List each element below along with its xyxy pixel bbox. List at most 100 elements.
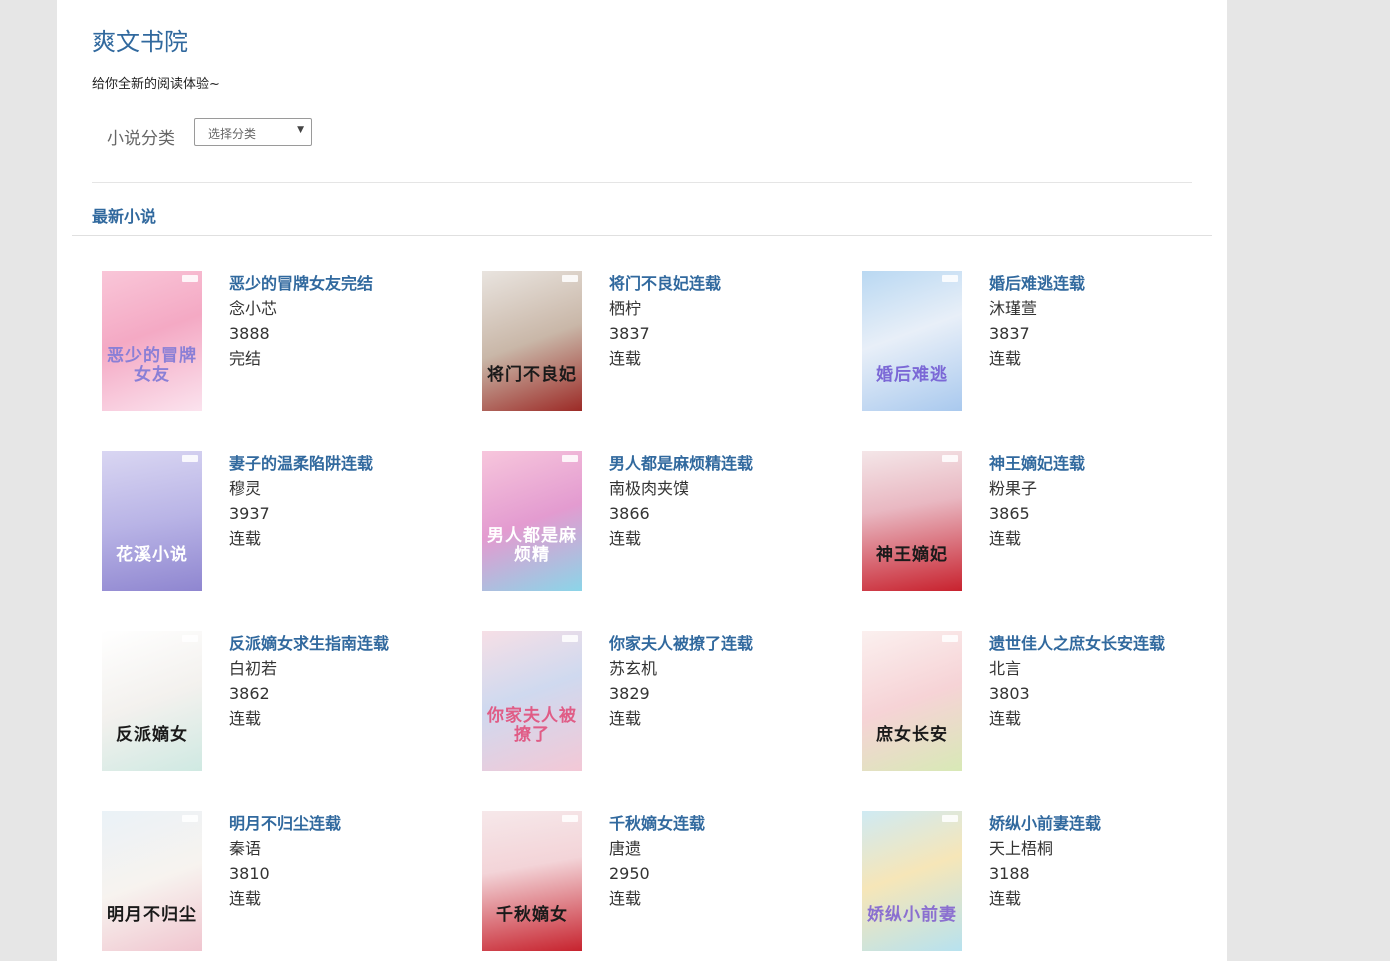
publisher-logo-icon (182, 815, 198, 822)
cover-title-art: 千秋嫡女 (496, 905, 568, 925)
category-label: 小说分类 (107, 129, 175, 149)
book-count: 3862 (229, 684, 270, 703)
book-author: 念小芯 (229, 299, 278, 318)
book-status: 完结 (229, 349, 262, 368)
book-author: 北言 (989, 659, 1022, 678)
book-count: 3829 (609, 684, 650, 703)
book-info: 娇纵小前妻连载天上梧桐 3188 连载 (989, 811, 1101, 911)
book-info: 将门不良妃连载 栖柠 3837 连载 (609, 271, 721, 371)
cover-title-art: 婚后难逃 (876, 365, 948, 385)
book-author: 沐瑾萱 (989, 299, 1038, 318)
book-cover-image[interactable]: 花溪小说 (102, 451, 202, 591)
book-title-link[interactable]: 你家夫人被撩了连载 (609, 631, 753, 656)
divider (92, 182, 1192, 183)
book-title-link[interactable]: 反派嫡女求生指南连载 (229, 631, 389, 656)
book-title-link[interactable]: 娇纵小前妻连载 (989, 811, 1101, 836)
book-cover-image[interactable]: 千秋嫡女 (482, 811, 582, 951)
book-count: 3866 (609, 504, 650, 523)
book-author: 唐遗 (609, 839, 642, 858)
chevron-down-icon: ▼ (297, 125, 304, 135)
publisher-logo-icon (942, 635, 958, 642)
publisher-logo-icon (182, 275, 198, 282)
book-item[interactable]: 花溪小说 妻子的温柔陷阱连载 穆灵 3937 连载 (102, 451, 472, 591)
book-title-link[interactable]: 恶少的冒牌女友完结 (229, 271, 373, 296)
book-item[interactable]: 庶女长安 遗世佳人之庶女长安连载北言 3803 连载 (862, 631, 1232, 771)
publisher-logo-icon (562, 635, 578, 642)
book-item[interactable]: 男人都是麻烦精 男人都是麻烦精连载 南极肉夹馍 3866 连载 (482, 451, 852, 591)
book-cover-image[interactable]: 明月不归尘 (102, 811, 202, 951)
book-author: 天上梧桐 (989, 839, 1054, 858)
book-count: 2950 (609, 864, 650, 883)
book-status: 连载 (229, 889, 262, 908)
book-item[interactable]: 反派嫡女 反派嫡女求生指南连载白初若 3862 连载 (102, 631, 472, 771)
book-item[interactable]: 将门不良妃 将门不良妃连载 栖柠 3837 连载 (482, 271, 852, 411)
publisher-logo-icon (562, 815, 578, 822)
book-cover-image[interactable]: 你家夫人被撩了 (482, 631, 582, 771)
book-title-link[interactable]: 神王嫡妃连载 (989, 451, 1085, 476)
book-title-link[interactable]: 婚后难逃连载 (989, 271, 1085, 296)
section-title-latest: 最新小说 (92, 207, 157, 226)
book-item[interactable]: 明月不归尘 明月不归尘连载 秦语 3810 连载 (102, 811, 472, 951)
book-author: 栖柠 (609, 299, 642, 318)
book-count: 3865 (989, 504, 1030, 523)
book-info: 遗世佳人之庶女长安连载北言 3803 连载 (989, 631, 1165, 731)
book-status: 连载 (989, 889, 1022, 908)
book-status: 连载 (609, 349, 642, 368)
book-info: 男人都是麻烦精连载 南极肉夹馍 3866 连载 (609, 451, 753, 551)
book-item[interactable]: 神王嫡妃 神王嫡妃连载 粉果子 3865 连载 (862, 451, 1232, 591)
cover-title-art: 花溪小说 (116, 545, 188, 565)
book-count: 3188 (989, 864, 1030, 883)
category-select[interactable]: 选择分类 ▼ (194, 118, 312, 146)
book-item[interactable]: 千秋嫡女 千秋嫡女连载唐遗 2950 连载 (482, 811, 852, 951)
book-author: 苏玄机 (609, 659, 658, 678)
book-status: 连载 (989, 349, 1022, 368)
book-item[interactable]: 婚后难逃 婚后难逃连载沐瑾萱 3837 连载 (862, 271, 1232, 411)
book-cover-image[interactable]: 娇纵小前妻 (862, 811, 962, 951)
divider (72, 235, 1212, 236)
book-status: 连载 (989, 709, 1022, 728)
book-status: 连载 (989, 529, 1022, 548)
book-author: 白初若 (229, 659, 278, 678)
site-tagline: 给你全新的阅读体验~ (92, 77, 220, 92)
book-info: 你家夫人被撩了连载 苏玄机 3829 连载 (609, 631, 753, 731)
book-cover-image[interactable]: 婚后难逃 (862, 271, 962, 411)
book-info: 婚后难逃连载沐瑾萱 3837 连载 (989, 271, 1085, 371)
book-title-link[interactable]: 将门不良妃连载 (609, 271, 721, 296)
book-cover-image[interactable]: 反派嫡女 (102, 631, 202, 771)
book-cover-image[interactable]: 庶女长安 (862, 631, 962, 771)
book-count: 3803 (989, 684, 1030, 703)
book-item[interactable]: 娇纵小前妻 娇纵小前妻连载天上梧桐 3188 连载 (862, 811, 1232, 951)
cover-title-art: 反派嫡女 (116, 725, 188, 745)
book-title-link[interactable]: 妻子的温柔陷阱连载 (229, 451, 373, 476)
book-status: 连载 (609, 529, 642, 548)
cover-title-art: 神王嫡妃 (876, 545, 948, 565)
book-count: 3810 (229, 864, 270, 883)
book-info: 神王嫡妃连载 粉果子 3865 连载 (989, 451, 1085, 551)
site-title[interactable]: 爽文书院 (92, 22, 188, 57)
cover-title-art: 你家夫人被撩了 (487, 706, 577, 745)
book-status: 连载 (229, 529, 262, 548)
book-info: 妻子的温柔陷阱连载 穆灵 3937 连载 (229, 451, 373, 551)
book-status: 连载 (229, 709, 262, 728)
book-count: 3837 (989, 324, 1030, 343)
book-cover-image[interactable]: 神王嫡妃 (862, 451, 962, 591)
book-title-link[interactable]: 男人都是麻烦精连载 (609, 451, 753, 476)
book-item[interactable]: 恶少的冒牌女友 恶少的冒牌女友完结 念小芯 3888 完结 (102, 271, 472, 411)
book-item[interactable]: 你家夫人被撩了 你家夫人被撩了连载 苏玄机 3829 连载 (482, 631, 852, 771)
book-title-link[interactable]: 明月不归尘连载 (229, 811, 341, 836)
book-cover-image[interactable]: 恶少的冒牌女友 (102, 271, 202, 411)
publisher-logo-icon (562, 275, 578, 282)
book-title-link[interactable]: 千秋嫡女连载 (609, 811, 705, 836)
book-author: 穆灵 (229, 479, 262, 498)
book-cover-image[interactable]: 将门不良妃 (482, 271, 582, 411)
book-cover-image[interactable]: 男人都是麻烦精 (482, 451, 582, 591)
cover-title-art: 将门不良妃 (487, 365, 577, 385)
category-select-value: 选择分类 (208, 127, 257, 141)
page-container: 爽文书院 给你全新的阅读体验~ 小说分类 选择分类 ▼ 最新小说 恶少的冒牌女友… (57, 0, 1227, 961)
cover-title-art: 娇纵小前妻 (867, 905, 957, 925)
publisher-logo-icon (942, 455, 958, 462)
publisher-logo-icon (182, 455, 198, 462)
book-title-link[interactable]: 遗世佳人之庶女长安连载 (989, 631, 1165, 656)
book-status: 连载 (609, 889, 642, 908)
cover-title-art: 恶少的冒牌女友 (107, 346, 197, 385)
